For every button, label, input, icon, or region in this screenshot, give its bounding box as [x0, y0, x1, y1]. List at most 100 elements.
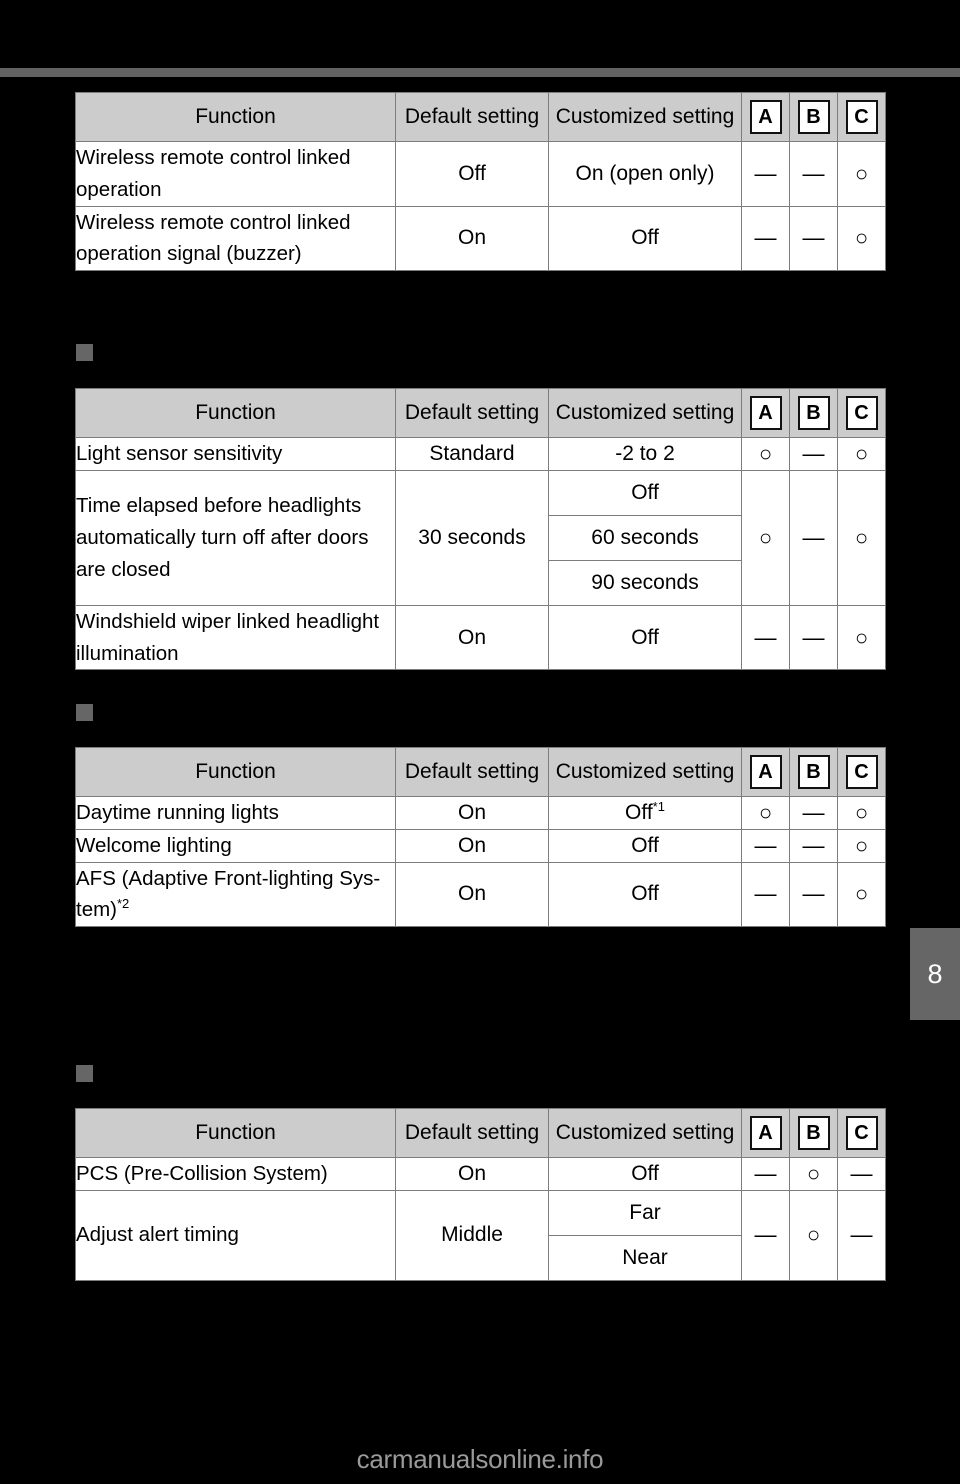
column-header-customized-setting: Customized setting	[548, 1108, 742, 1158]
table-row: Light sensor sensitivity Standard -2 to …	[75, 437, 886, 471]
option-value: 60 seconds	[549, 515, 741, 561]
cell-mark-a: —	[741, 205, 790, 272]
cell-mark-c: —	[837, 1189, 886, 1281]
badge-c: C	[845, 396, 878, 430]
column-header-function: Function	[75, 747, 396, 797]
cell-default-setting: On	[395, 861, 549, 928]
table-header-row: Function Default setting Customized sett…	[75, 92, 886, 142]
option-value: 90 seconds	[591, 570, 699, 594]
badge-c: C	[845, 1116, 878, 1150]
customized-setting-options: Far Near	[549, 1190, 741, 1280]
badge-a: A	[749, 396, 782, 430]
customization-table-pre-collision-system: Function Default setting Customized sett…	[75, 1108, 886, 1281]
cell-mark-c: ○	[837, 861, 886, 928]
cell-mark-a: ○	[741, 796, 790, 830]
cell-customized-setting: Off*1	[548, 796, 742, 830]
table-row: PCS (Pre-Collision System) On Off — ○ —	[75, 1157, 886, 1191]
cell-mark-b: —	[789, 141, 838, 207]
customization-table-light-sensor-and-headlights: Function Default setting Customized sett…	[75, 388, 886, 671]
cell-default-setting: Standard	[395, 437, 549, 471]
customization-table-wireless-remote-control: Function Default setting Customized sett…	[75, 92, 886, 272]
cell-mark-c: ○	[837, 205, 886, 272]
column-header-c: C	[837, 747, 886, 797]
badge-a: A	[749, 755, 782, 789]
cell-function: Wireless remote control linked operation…	[75, 205, 396, 272]
column-header-function: Function	[75, 92, 396, 142]
cell-mark-c: ○	[837, 604, 886, 671]
cell-mark-b: ○	[789, 1189, 838, 1281]
customized-setting-options: Off 60 seconds 90 seconds	[549, 470, 741, 605]
page-top-rule	[0, 68, 960, 77]
option-row: Far	[549, 1190, 741, 1236]
column-header-function: Function	[75, 388, 396, 438]
option-row: Near	[549, 1235, 741, 1280]
cell-customized-setting: -2 to 2	[548, 437, 742, 471]
cell-mark-a: —	[741, 1189, 790, 1281]
cell-default-setting: On	[395, 828, 549, 863]
cell-mark-a: —	[741, 1157, 790, 1191]
cell-customized-setting: Off	[548, 861, 742, 928]
column-header-default-setting: Default setting	[395, 92, 549, 142]
cell-function: Wireless remote control linked operation	[75, 141, 396, 207]
table-row: Windshield wiper linked headlight illumi…	[75, 604, 886, 671]
cell-mark-b: ○	[789, 1157, 838, 1191]
cell-function: Light sensor sensitivity	[75, 437, 396, 471]
cell-mark-c: ○	[837, 141, 886, 207]
footnote-ref: *2	[117, 896, 130, 912]
cell-mark-c: —	[837, 1157, 886, 1191]
cell-default-setting: On	[395, 205, 549, 272]
column-header-b: B	[789, 92, 838, 142]
site-footer: carmanualsonline.info	[356, 1444, 604, 1474]
cell-mark-a: —	[741, 141, 790, 207]
table-row: Wireless remote control linked operation…	[75, 205, 886, 272]
option-row: 90 seconds	[549, 560, 741, 605]
column-header-a: A	[741, 388, 790, 438]
column-header-customized-setting: Customized setting	[548, 92, 742, 142]
cell-mark-a: ○	[741, 469, 790, 606]
table-header-row: Function Default setting Customized sett…	[75, 747, 886, 797]
cell-mark-c: ○	[837, 796, 886, 830]
cell-mark-b: —	[789, 796, 838, 830]
column-header-b: B	[789, 388, 838, 438]
badge-b: B	[797, 396, 830, 430]
badge-c: C	[845, 755, 878, 789]
option-row: 60 seconds	[549, 515, 741, 561]
cell-customized-setting-group: Off 60 seconds 90 seconds	[548, 469, 742, 606]
option-value: Far	[549, 1190, 741, 1236]
column-header-a: A	[741, 1108, 790, 1158]
cell-function: Time elapsed before headlights automatic…	[75, 469, 396, 606]
cell-customized-setting: Off	[548, 604, 742, 671]
badge-a: A	[749, 100, 782, 134]
cell-function: PCS (Pre-Collision System)	[75, 1157, 396, 1191]
column-header-c: C	[837, 388, 886, 438]
column-header-b: B	[789, 747, 838, 797]
section-marker-3	[76, 704, 93, 721]
cell-mark-a: ○	[741, 437, 790, 471]
option-row: Off	[549, 470, 741, 516]
cell-customized-setting: Off	[548, 205, 742, 272]
option-value: Near	[622, 1245, 668, 1269]
column-header-function: Function	[75, 1108, 396, 1158]
customization-table-exterior-lighting: Function Default setting Customized sett…	[75, 747, 886, 928]
column-header-c: C	[837, 92, 886, 142]
cell-function: AFS (Adaptive Front-lighting Sys-tem)*2	[75, 861, 396, 928]
section-marker-2	[76, 344, 93, 361]
column-header-b: B	[789, 1108, 838, 1158]
badge-b: B	[797, 100, 830, 134]
table-row: Time elapsed before headlights automatic…	[75, 469, 886, 606]
table-row: Wireless remote control linked operation…	[75, 141, 886, 207]
column-header-default-setting: Default setting	[395, 1108, 549, 1158]
cell-customized-setting: Off	[548, 1157, 742, 1191]
cell-mark-a: —	[741, 604, 790, 671]
chapter-tab: 8	[910, 928, 960, 1020]
cell-mark-c: ○	[837, 469, 886, 606]
customized-setting-value: Off	[625, 800, 653, 824]
cell-mark-b: —	[789, 437, 838, 471]
cell-customized-setting-group: Far Near	[548, 1189, 742, 1281]
footnote-ref: *1	[652, 798, 665, 814]
cell-default-setting: 30 seconds	[395, 469, 549, 606]
cell-function: Daytime running lights	[75, 796, 396, 830]
column-header-customized-setting: Customized setting	[548, 388, 742, 438]
table-header-row: Function Default setting Customized sett…	[75, 388, 886, 438]
cell-function: Welcome lighting	[75, 828, 396, 863]
